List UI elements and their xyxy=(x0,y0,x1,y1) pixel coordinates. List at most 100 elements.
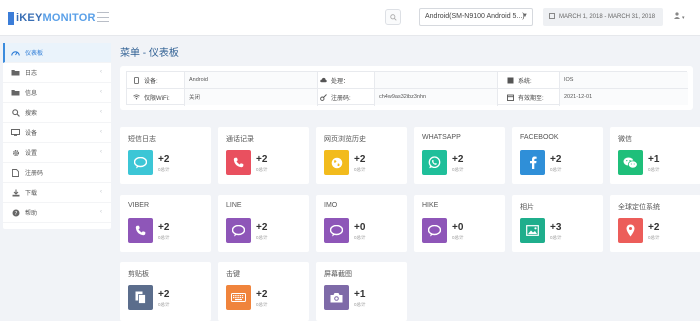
chevron-left-icon: ‹ xyxy=(100,69,102,75)
folder-icon xyxy=(11,89,20,96)
tile-total-label: 0总计 xyxy=(158,167,170,172)
chevron-left-icon: ‹ xyxy=(100,129,102,135)
process-label: 处理： xyxy=(320,72,349,88)
stat-tile[interactable]: 相片 +3 0总计 xyxy=(512,195,603,252)
sidebar-item-2[interactable]: 信息 ‹ xyxy=(3,83,111,103)
sidebar-item-4[interactable]: 设备 ‹ xyxy=(3,123,111,143)
stat-tile[interactable]: 通话记录 +2 0总计 xyxy=(218,127,309,184)
system-icon xyxy=(507,77,514,84)
tile-title: LINE xyxy=(226,202,242,209)
globe-icon xyxy=(324,150,349,175)
chevron-left-icon: ‹ xyxy=(100,89,102,95)
stat-tile[interactable]: 击键 +2 0总计 xyxy=(218,262,309,321)
regcode-label: 注册码: xyxy=(320,89,351,105)
device-select-value: Android(SM-N9100 Android 5...) xyxy=(425,13,525,20)
sidebar-item-label: 设备 xyxy=(25,131,38,137)
tile-count: +2 xyxy=(256,154,268,165)
calendar-icon xyxy=(549,13,555,19)
stat-tile[interactable]: 网页浏览历史 +2 0总计 xyxy=(316,127,407,184)
tile-title: WHATSAPP xyxy=(422,134,461,141)
sidebar-item-5[interactable]: 设置 ‹ xyxy=(3,143,111,163)
keyboard-icon xyxy=(226,285,251,310)
logo-main: KEY xyxy=(19,12,43,24)
cloud-icon xyxy=(320,77,327,84)
tile-total-label: 0总计 xyxy=(354,302,366,307)
stat-tile[interactable]: HIKE +0 0总计 xyxy=(414,195,505,252)
device-info-card: 设备: Android 处理： 系统: IOS 仅限WiFi: 关闭 注册码: … xyxy=(120,66,693,110)
chevron-left-icon: ‹ xyxy=(100,189,102,195)
stat-tile[interactable]: WHATSAPP +2 0总计 xyxy=(414,127,505,184)
sidebar-item-1[interactable]: 日志 ‹ xyxy=(3,63,111,83)
sidebar-item-0[interactable]: 仪表板 xyxy=(3,43,111,63)
device-select[interactable]: Android(SM-N9100 Android 5...) ▼ xyxy=(419,8,533,26)
tile-count: +2 xyxy=(158,289,170,300)
tile-title: 剪贴板 xyxy=(128,271,149,278)
sidebar-item-label: 注册码 xyxy=(25,171,44,177)
tile-title: 相片 xyxy=(520,204,534,211)
tile-count: +2 xyxy=(354,154,366,165)
valid-until-value: 2021-12-01 xyxy=(560,89,688,105)
stat-tile[interactable]: 全球定位系统 +2 0总计 xyxy=(610,195,700,252)
sidebar-item-label: 仪表板 xyxy=(25,51,44,57)
tile-total-label: 0总计 xyxy=(452,235,464,240)
caret-down-icon: ▼ xyxy=(522,13,528,19)
tile-total-label: 0总计 xyxy=(256,235,268,240)
stat-tile[interactable]: 微信 +1 0总计 xyxy=(610,127,700,184)
hamburger-menu-icon[interactable] xyxy=(97,12,109,22)
clipboard-icon xyxy=(128,285,153,310)
logo-mark-icon xyxy=(8,11,14,25)
tile-title: 微信 xyxy=(618,136,632,143)
map-pin-icon xyxy=(618,218,643,243)
stat-tile[interactable]: FACEBOOK +2 0总计 xyxy=(512,127,603,184)
tile-count: +2 xyxy=(550,154,562,165)
key-icon xyxy=(320,93,327,101)
stat-tile[interactable]: 剪贴板 +2 0总计 xyxy=(120,262,211,321)
download-icon xyxy=(11,189,20,196)
chevron-left-icon: ‹ xyxy=(100,109,102,115)
tile-count: +2 xyxy=(648,222,660,233)
tile-total-label: 0总计 xyxy=(354,167,366,172)
whatsapp-icon xyxy=(422,150,447,175)
date-range-picker[interactable]: MARCH 1, 2018 - MARCH 31, 2018 xyxy=(543,8,663,26)
stat-tile[interactable]: 屏幕截图 +1 0总计 xyxy=(316,262,407,321)
tile-title: HIKE xyxy=(422,202,439,209)
process-value xyxy=(375,72,497,88)
tile-title: 短信日志 xyxy=(128,136,156,143)
tile-count: +2 xyxy=(158,222,170,233)
page-title: 菜单 - 仪表板 xyxy=(120,48,179,59)
tile-count: +0 xyxy=(452,222,464,233)
chat-bubble-icon xyxy=(226,218,251,243)
tile-total-label: 0总计 xyxy=(158,302,170,307)
sidebar: 仪表板日志 ‹ 信息 ‹ 搜索 ‹ 设备 ‹ 设置 ‹ 注册码下载 ‹? 帮助 ‹ xyxy=(3,43,111,229)
sidebar-item-8[interactable]: ? 帮助 ‹ xyxy=(3,203,111,223)
stat-tile[interactable]: IMO +0 0总计 xyxy=(316,195,407,252)
tile-total-label: 0总计 xyxy=(158,235,170,240)
chat-bubble-icon xyxy=(128,150,153,175)
logo[interactable]: iKEYMONITOR xyxy=(8,10,96,26)
device-info-table: 设备: Android 处理： 系统: IOS 仅限WiFi: 关闭 注册码: … xyxy=(126,71,688,106)
logo-suffix: MONITOR xyxy=(42,12,96,24)
stat-tile[interactable]: VIBER +2 0总计 xyxy=(120,195,211,252)
sidebar-item-7[interactable]: 下载 ‹ xyxy=(3,183,111,203)
user-icon xyxy=(674,12,680,19)
chat-bubble-icon xyxy=(422,218,447,243)
chevron-left-icon: ‹ xyxy=(100,149,102,155)
search-button[interactable] xyxy=(385,9,401,25)
tile-total-label: 0总计 xyxy=(648,167,660,172)
folder-icon xyxy=(11,69,20,76)
mobile-icon xyxy=(133,76,140,84)
sidebar-item-6[interactable]: 注册码 xyxy=(3,163,111,183)
tile-total-label: 0总计 xyxy=(550,235,562,240)
tile-count: +2 xyxy=(158,154,170,165)
wifi-icon xyxy=(133,94,140,101)
sidebar-item-label: 搜索 xyxy=(25,111,38,117)
stat-tile[interactable]: 短信日志 +2 0总计 xyxy=(120,127,211,184)
tile-title: 网页浏览历史 xyxy=(324,136,366,143)
user-menu-button[interactable]: ▾ xyxy=(674,12,684,21)
sidebar-item-3[interactable]: 搜索 ‹ xyxy=(3,103,111,123)
stat-tile[interactable]: LINE +2 0总计 xyxy=(218,195,309,252)
sidebar-item-label: 设置 xyxy=(25,151,38,157)
tile-count: +2 xyxy=(452,154,464,165)
wifi-label: 仅限WiFi: xyxy=(133,89,170,105)
chevron-left-icon: ‹ xyxy=(100,209,102,215)
